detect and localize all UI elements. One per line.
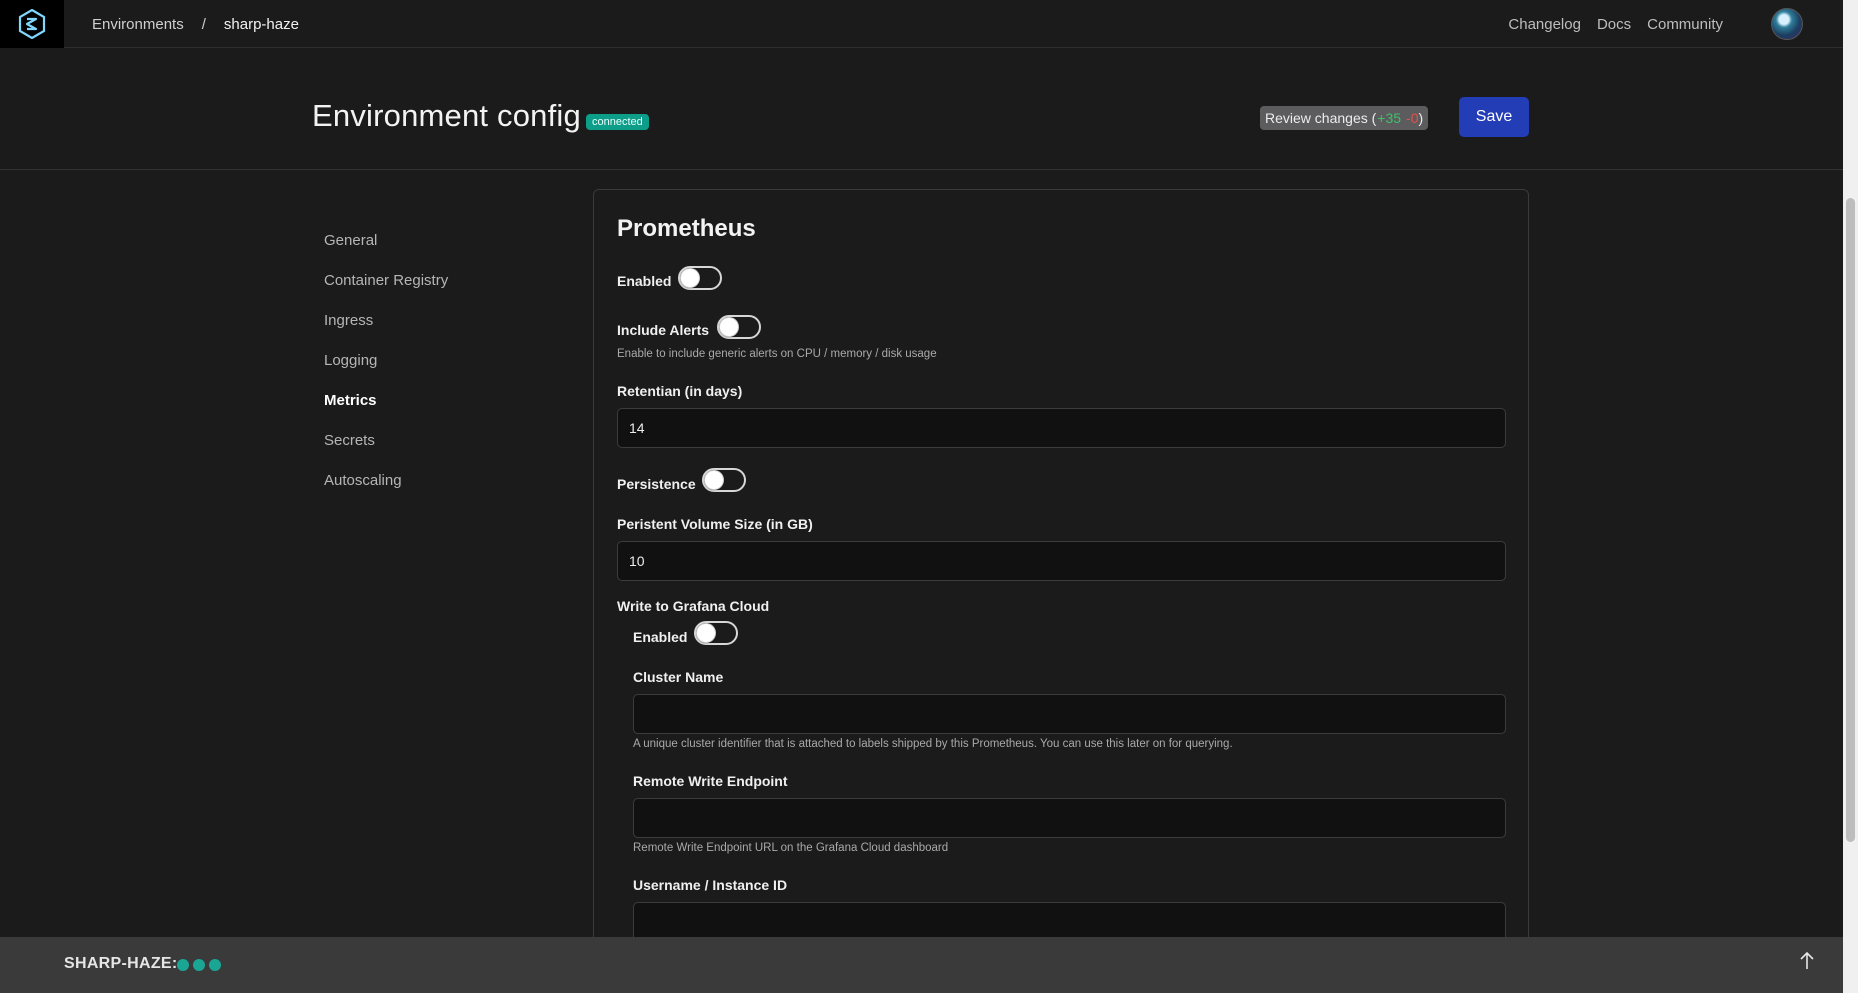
cluster-name-label: Cluster Name bbox=[633, 669, 724, 685]
sidebar-item-ingress[interactable]: Ingress bbox=[324, 312, 448, 352]
logo-icon bbox=[18, 9, 46, 39]
enabled-toggle[interactable] bbox=[678, 266, 722, 290]
status-dot bbox=[177, 959, 189, 971]
config-sidebar: General Container Registry Ingress Loggi… bbox=[324, 232, 448, 512]
top-links: Changelog Docs Community bbox=[1508, 0, 1723, 48]
prometheus-panel: Prometheus Enabled Include Alerts Enable… bbox=[593, 189, 1529, 949]
top-nav-bar: Environments / sharp-haze Changelog Docs… bbox=[0, 0, 1843, 48]
remote-write-label: Remote Write Endpoint bbox=[633, 773, 788, 789]
breadcrumb-current[interactable]: sharp-haze bbox=[224, 16, 299, 33]
username-label: Username / Instance ID bbox=[633, 877, 788, 893]
include-alerts-help: Enable to include generic alerts on CPU … bbox=[617, 348, 937, 360]
remote-write-input[interactable] bbox=[633, 798, 1506, 838]
environment-status-label: SHARP-HAZE: bbox=[64, 955, 178, 972]
remote-write-help: Remote Write Endpoint URL on the Grafana… bbox=[633, 842, 949, 854]
retention-input[interactable]: 14 bbox=[617, 408, 1506, 448]
sidebar-item-general[interactable]: General bbox=[324, 232, 448, 272]
page-header: Environment config connected Review chan… bbox=[0, 48, 1843, 170]
breadcrumb: Environments / sharp-haze bbox=[92, 0, 299, 48]
community-link[interactable]: Community bbox=[1647, 16, 1723, 33]
page-scrollbar[interactable] bbox=[1843, 0, 1858, 993]
scrollbar-thumb[interactable] bbox=[1846, 198, 1855, 842]
panel-title: Prometheus bbox=[617, 215, 756, 242]
enabled-label: Enabled bbox=[617, 273, 672, 289]
persistence-label: Persistence bbox=[617, 476, 696, 492]
sidebar-item-logging[interactable]: Logging bbox=[324, 352, 448, 392]
retention-label: Retentian (in days) bbox=[617, 383, 743, 399]
sidebar-item-metrics[interactable]: Metrics bbox=[324, 392, 448, 432]
sidebar-item-container-registry[interactable]: Container Registry bbox=[324, 272, 448, 312]
app-logo[interactable] bbox=[0, 0, 64, 48]
volume-size-input[interactable]: 10 bbox=[617, 541, 1506, 581]
review-changes-button[interactable]: Review changes (+35 -0) bbox=[1260, 106, 1429, 130]
review-additions: +35 bbox=[1377, 110, 1402, 126]
review-close-paren: ) bbox=[1418, 110, 1424, 126]
volume-size-label: Peristent Volume Size (in GB) bbox=[617, 516, 813, 532]
status-footer: SHARP-HAZE: bbox=[0, 937, 1843, 993]
save-button[interactable]: Save bbox=[1459, 97, 1529, 137]
grafana-enabled-label: Enabled bbox=[633, 629, 688, 645]
arrow-up-icon[interactable] bbox=[1799, 951, 1815, 977]
status-badge: connected bbox=[586, 114, 649, 130]
include-alerts-toggle[interactable] bbox=[717, 315, 761, 339]
include-alerts-label: Include Alerts bbox=[617, 322, 710, 338]
status-dot bbox=[193, 959, 205, 971]
avatar[interactable] bbox=[1771, 8, 1803, 40]
persistence-toggle[interactable] bbox=[702, 468, 746, 492]
changelog-link[interactable]: Changelog bbox=[1508, 16, 1581, 33]
review-changes-label: Review changes ( bbox=[1265, 110, 1377, 126]
status-dot bbox=[209, 959, 221, 971]
cluster-name-help: A unique cluster identifier that is atta… bbox=[633, 738, 1233, 750]
breadcrumb-environments[interactable]: Environments bbox=[92, 16, 184, 33]
sidebar-item-secrets[interactable]: Secrets bbox=[324, 432, 448, 472]
grafana-heading: Write to Grafana Cloud bbox=[617, 598, 770, 614]
cluster-name-input[interactable] bbox=[633, 694, 1506, 734]
page-title: Environment config bbox=[312, 98, 581, 133]
review-deletions: -0 bbox=[1406, 110, 1419, 126]
status-dots bbox=[177, 959, 221, 971]
breadcrumb-separator: / bbox=[201, 15, 206, 33]
username-input[interactable] bbox=[633, 902, 1506, 942]
sidebar-item-autoscaling[interactable]: Autoscaling bbox=[324, 472, 448, 512]
docs-link[interactable]: Docs bbox=[1597, 16, 1631, 33]
grafana-enabled-toggle[interactable] bbox=[694, 621, 738, 645]
